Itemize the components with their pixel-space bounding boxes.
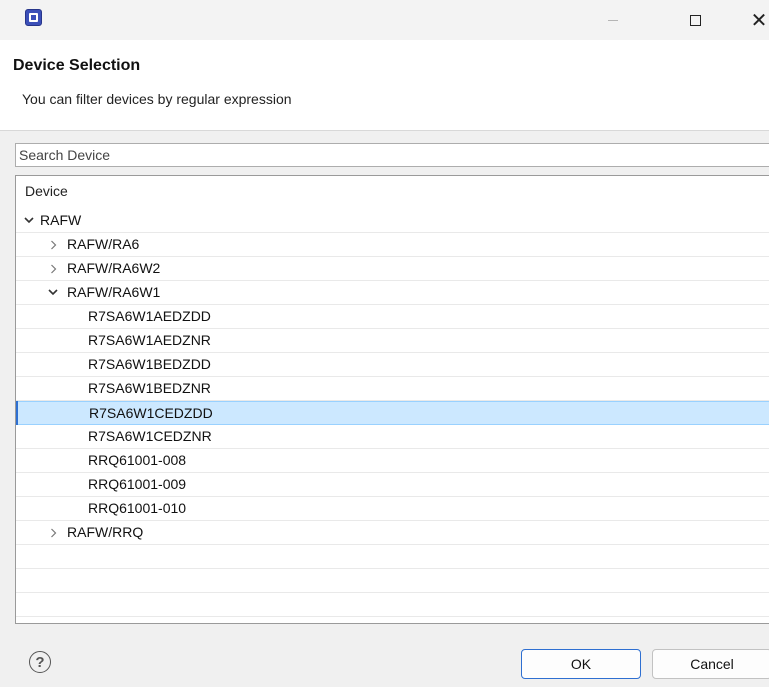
tree-row[interactable]: RAFW (16, 209, 769, 233)
dialog-title: Device Selection (13, 57, 141, 74)
chevron-right-icon[interactable] (46, 233, 60, 256)
maximize-icon (689, 14, 701, 26)
tree-row-label: RRQ61001-010 (88, 500, 187, 516)
tree-row[interactable]: R7SA6W1AEDZNR (16, 329, 769, 353)
tree-row[interactable]: R7SA6W1BEDZNR (16, 377, 769, 401)
tree-row[interactable]: RAFW/RA6W2 (16, 257, 769, 281)
chevron-down-icon[interactable] (22, 209, 36, 232)
close-icon: ✕ (750, 9, 768, 32)
ok-button[interactable]: OK (521, 649, 641, 679)
help-icon: ? (35, 653, 45, 671)
tree-row[interactable]: RAFW/RRQ (16, 521, 769, 545)
tree-row-label: R7SA6W1AEDZNR (88, 332, 211, 348)
maximize-button[interactable] (672, 0, 718, 40)
tree-row-label: RRQ61001-009 (88, 476, 187, 492)
tree-row[interactable]: R7SA6W1CEDZNR (16, 425, 769, 449)
tree-row[interactable]: RAFW/RA6W1 (16, 281, 769, 305)
cancel-button[interactable]: Cancel (652, 649, 769, 679)
header-divider (0, 130, 769, 131)
tree-row-label: RAFW/RA6W2 (67, 260, 161, 276)
device-tree[interactable]: Device RAFW RAFW/RA6 RAFW/RA6W2 RAFW/RA6W1 R… (15, 175, 769, 624)
tree-row[interactable]: RRQ61001-010 (16, 497, 769, 521)
close-button[interactable]: ✕ (736, 0, 769, 40)
tree-row-label: R7SA6W1AEDZDD (88, 308, 211, 324)
app-icon (25, 9, 42, 26)
chevron-right-icon[interactable] (46, 257, 60, 280)
dialog-description: You can filter devices by regular expres… (22, 91, 292, 107)
tree-row-label: R7SA6W1CEDZNR (88, 428, 212, 444)
search-field[interactable] (15, 143, 769, 167)
chevron-right-icon[interactable] (46, 521, 60, 544)
empty-tree-row (16, 545, 769, 569)
minimize-button[interactable] (590, 0, 636, 40)
empty-tree-row (16, 569, 769, 593)
tree-row-label: RAFW/RRQ (67, 524, 144, 540)
tree-row-label: RAFW/RA6 (67, 236, 140, 252)
chevron-down-icon[interactable] (46, 281, 60, 304)
tree-row[interactable]: R7SA6W1BEDZDD (16, 353, 769, 377)
title-bar: ✕ (0, 0, 769, 40)
search-input[interactable] (16, 144, 769, 166)
tree-row-label: RAFW (40, 212, 82, 228)
tree-row-label: R7SA6W1CEDZDD (89, 405, 213, 421)
tree-row[interactable]: R7SA6W1AEDZDD (16, 305, 769, 329)
dialog-header: Device Selection You can filter devices … (0, 40, 769, 130)
minimize-icon (608, 19, 618, 21)
tree-row-label: RAFW/RA6W1 (67, 284, 161, 300)
tree-row[interactable]: R7SA6W1CEDZDD (16, 401, 769, 425)
column-header-device: Device (25, 183, 68, 199)
tree-row[interactable]: RRQ61001-008 (16, 449, 769, 473)
empty-tree-row (16, 593, 769, 617)
tree-row-label: RRQ61001-008 (88, 452, 187, 468)
help-button[interactable]: ? (29, 651, 51, 673)
tree-row[interactable]: RAFW/RA6 (16, 233, 769, 257)
tree-row[interactable]: RRQ61001-009 (16, 473, 769, 497)
tree-row-label: R7SA6W1BEDZDD (88, 356, 211, 372)
tree-row-label: R7SA6W1BEDZNR (88, 380, 211, 396)
